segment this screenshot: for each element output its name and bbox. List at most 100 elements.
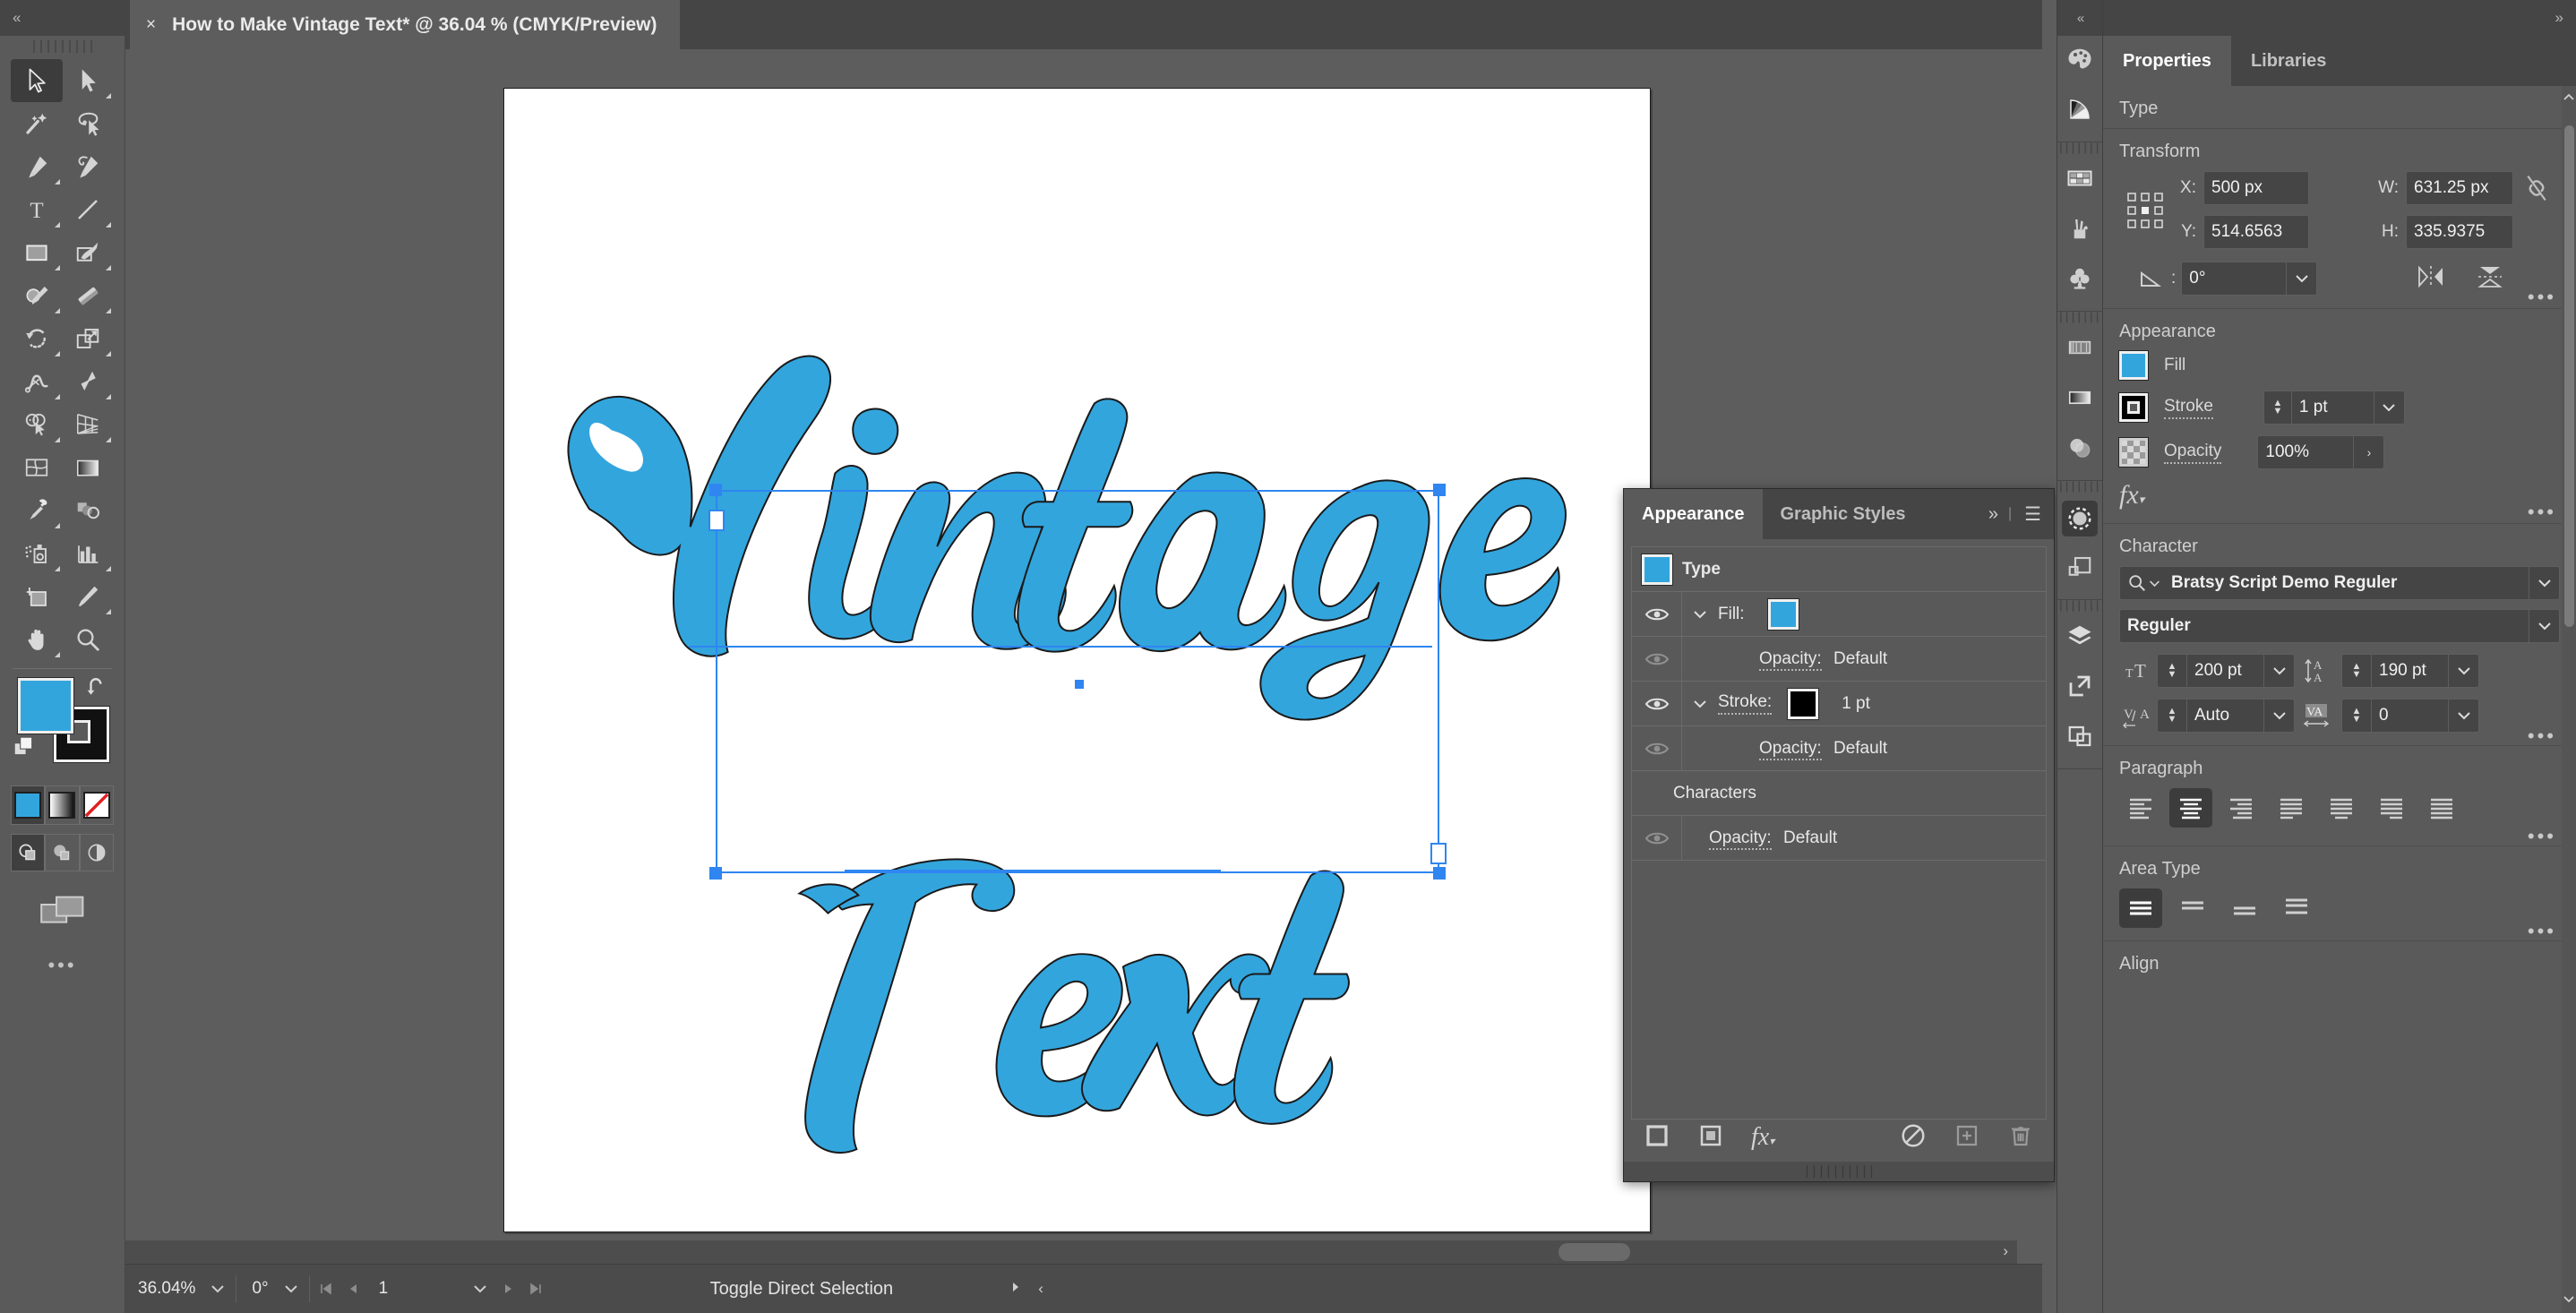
free-transform-tool[interactable]	[63, 360, 115, 403]
properties-scroll-up-icon[interactable]	[2563, 90, 2575, 106]
selection-handle-top-left[interactable]	[709, 484, 722, 496]
panel-collapse-icon[interactable]: »	[1988, 504, 1996, 525]
zoom-dropdown-icon[interactable]	[202, 1270, 233, 1308]
appearance-row-stroke[interactable]: Stroke: 1 pt	[1632, 682, 2046, 726]
leading-dropdown-icon[interactable]	[2449, 654, 2479, 688]
artboard-number-field[interactable]: 1	[366, 1270, 465, 1308]
appearance-row-characters-opacity[interactable]: Opacity: Default	[1632, 816, 2046, 861]
color-guide-panel-icon[interactable]	[2057, 86, 2102, 136]
area-type-fill-button[interactable]	[2119, 888, 2162, 928]
tab-libraries[interactable]: Libraries	[2231, 36, 2346, 86]
selection-handle-bottom-left[interactable]	[709, 867, 722, 880]
magic-wand-tool[interactable]	[11, 102, 63, 145]
stroke-weight-value[interactable]: 1 pt	[1842, 694, 1870, 714]
opacity-checker-swatch[interactable]	[2119, 438, 2148, 467]
font-style-dropdown-icon[interactable]	[2529, 609, 2560, 643]
toolbar-drag-grip[interactable]: |||||||||	[0, 41, 125, 56]
shape-builder-tool[interactable]	[11, 403, 63, 446]
opacity-options-icon[interactable]: ›	[2354, 435, 2384, 469]
visibility-eye-icon[interactable]	[1632, 726, 1682, 770]
properties-collapse-icon[interactable]: »	[2555, 9, 2562, 27]
scroll-right-icon[interactable]: ›	[2003, 1242, 2008, 1260]
clear-appearance-button[interactable]	[1900, 1122, 1927, 1154]
color-swatch-button[interactable]	[11, 785, 45, 825]
perspective-grid-tool[interactable]	[63, 403, 115, 446]
leading-stepper[interactable]: ▲▼	[2341, 654, 2372, 688]
transform-angle-input[interactable]: 0°	[2181, 262, 2287, 296]
font-size-stepper[interactable]: ▲▼	[2157, 654, 2187, 688]
area-type-option4-button[interactable]	[2275, 888, 2318, 928]
appearance-opacity-row[interactable]: Opacity 100% ›	[2119, 435, 2560, 469]
last-artboard-button[interactable]	[522, 1270, 549, 1308]
add-new-fill-button[interactable]	[1697, 1122, 1724, 1154]
appearance-stroke-label[interactable]: Stroke	[2164, 397, 2213, 419]
gradient-tool[interactable]	[63, 446, 115, 489]
chevron-down-icon[interactable]	[1682, 699, 1718, 708]
shaper-tool[interactable]	[11, 274, 63, 317]
transform-x-input[interactable]: 500 px	[2203, 171, 2309, 205]
close-icon[interactable]: ×	[146, 15, 156, 35]
graphic-styles-panel-icon[interactable]	[2057, 544, 2102, 594]
justify-last-right-button[interactable]	[2370, 788, 2413, 828]
color-panel-icon[interactable]	[2057, 36, 2102, 86]
selection-tool[interactable]	[11, 59, 63, 102]
font-size-input[interactable]: 200 pt	[2187, 654, 2264, 688]
appearance-stroke-row[interactable]: Stroke ▲▼ 1 pt	[2119, 390, 2560, 425]
asset-export-panel-icon[interactable]	[2057, 713, 2102, 763]
justify-last-left-button[interactable]	[2270, 788, 2313, 828]
stroke-weight-stepper[interactable]: ▲▼	[2263, 390, 2292, 425]
dock-grip[interactable]: ||||||||	[2057, 600, 2102, 613]
align-right-button[interactable]	[2220, 788, 2263, 828]
rotation-field[interactable]: 0°	[239, 1270, 275, 1308]
kerning-stepper[interactable]: ▲▼	[2157, 699, 2187, 733]
stroke-color-swatch[interactable]	[1788, 689, 1818, 719]
paragraph-more-button[interactable]: •••	[2528, 833, 2556, 840]
line-segment-tool[interactable]	[63, 188, 115, 231]
appearance-row-fill[interactable]: Fill:	[1632, 592, 2046, 637]
symbols-panel-icon[interactable]	[2057, 255, 2102, 305]
transform-h-input[interactable]: 335.9375	[2406, 215, 2513, 249]
tab-appearance[interactable]: Appearance	[1624, 489, 1763, 539]
constrain-proportions-icon[interactable]	[2513, 173, 2560, 203]
properties-scroll-thumb[interactable]	[2564, 125, 2574, 627]
properties-scrollbar[interactable]	[2562, 86, 2576, 1313]
panel-resize-grip[interactable]: ||||||||||	[1624, 1162, 2054, 1181]
character-more-button[interactable]: •••	[2528, 733, 2556, 740]
rotation-dropdown-icon[interactable]	[276, 1270, 306, 1308]
column-graph-tool[interactable]	[63, 532, 115, 575]
stroke-color-swatch[interactable]	[2119, 393, 2148, 422]
visibility-eye-icon[interactable]	[1632, 637, 1682, 681]
appearance-more-button[interactable]: •••	[2528, 509, 2556, 516]
layers-panel-icon[interactable]	[2057, 613, 2102, 663]
slice-tool[interactable]	[63, 575, 115, 618]
chevron-down-icon[interactable]	[1682, 610, 1718, 619]
appearance-stroke-opacity-label[interactable]: Opacity: Default	[1682, 739, 1887, 759]
draw-behind-button[interactable]	[45, 834, 79, 871]
delete-item-button[interactable]	[2007, 1122, 2034, 1154]
properties-scroll-down-icon[interactable]	[2563, 1292, 2575, 1308]
artboard-tool[interactable]	[11, 575, 63, 618]
align-left-button[interactable]	[2119, 788, 2162, 828]
appearance-row-characters[interactable]: Characters	[1632, 771, 2046, 816]
horizontal-scroll-thumb[interactable]	[1558, 1243, 1630, 1261]
font-size-dropdown-icon[interactable]	[2264, 654, 2295, 688]
visibility-eye-icon[interactable]	[1632, 592, 1682, 636]
visibility-eye-icon[interactable]	[1632, 682, 1682, 725]
tab-properties[interactable]: Properties	[2103, 36, 2231, 86]
status-text[interactable]: Toggle Direct Selection	[710, 1279, 894, 1300]
appearance-row-stroke-opacity[interactable]: Opacity: Default	[1632, 726, 2046, 771]
font-style-input[interactable]: Reguler	[2119, 609, 2529, 643]
direct-selection-tool[interactable]	[63, 59, 115, 102]
selection-handle-top-right[interactable]	[1433, 484, 1446, 496]
area-type-option2-button[interactable]	[2171, 888, 2214, 928]
appearance-row-type[interactable]: Type	[1632, 547, 2046, 592]
appearance-row-fill-opacity[interactable]: Opacity: Default	[1632, 637, 2046, 682]
hand-tool[interactable]	[11, 618, 63, 661]
draw-normal-button[interactable]	[11, 834, 45, 871]
first-artboard-button[interactable]	[313, 1270, 339, 1308]
leading-input[interactable]: 190 pt	[2372, 654, 2449, 688]
kerning-dropdown-icon[interactable]	[2264, 699, 2295, 733]
selection-handle-bottom-right-corner[interactable]	[1433, 867, 1446, 880]
draw-inside-button[interactable]	[80, 834, 114, 871]
appearance-root-opacity-label[interactable]: Opacity: Default	[1682, 828, 1837, 848]
